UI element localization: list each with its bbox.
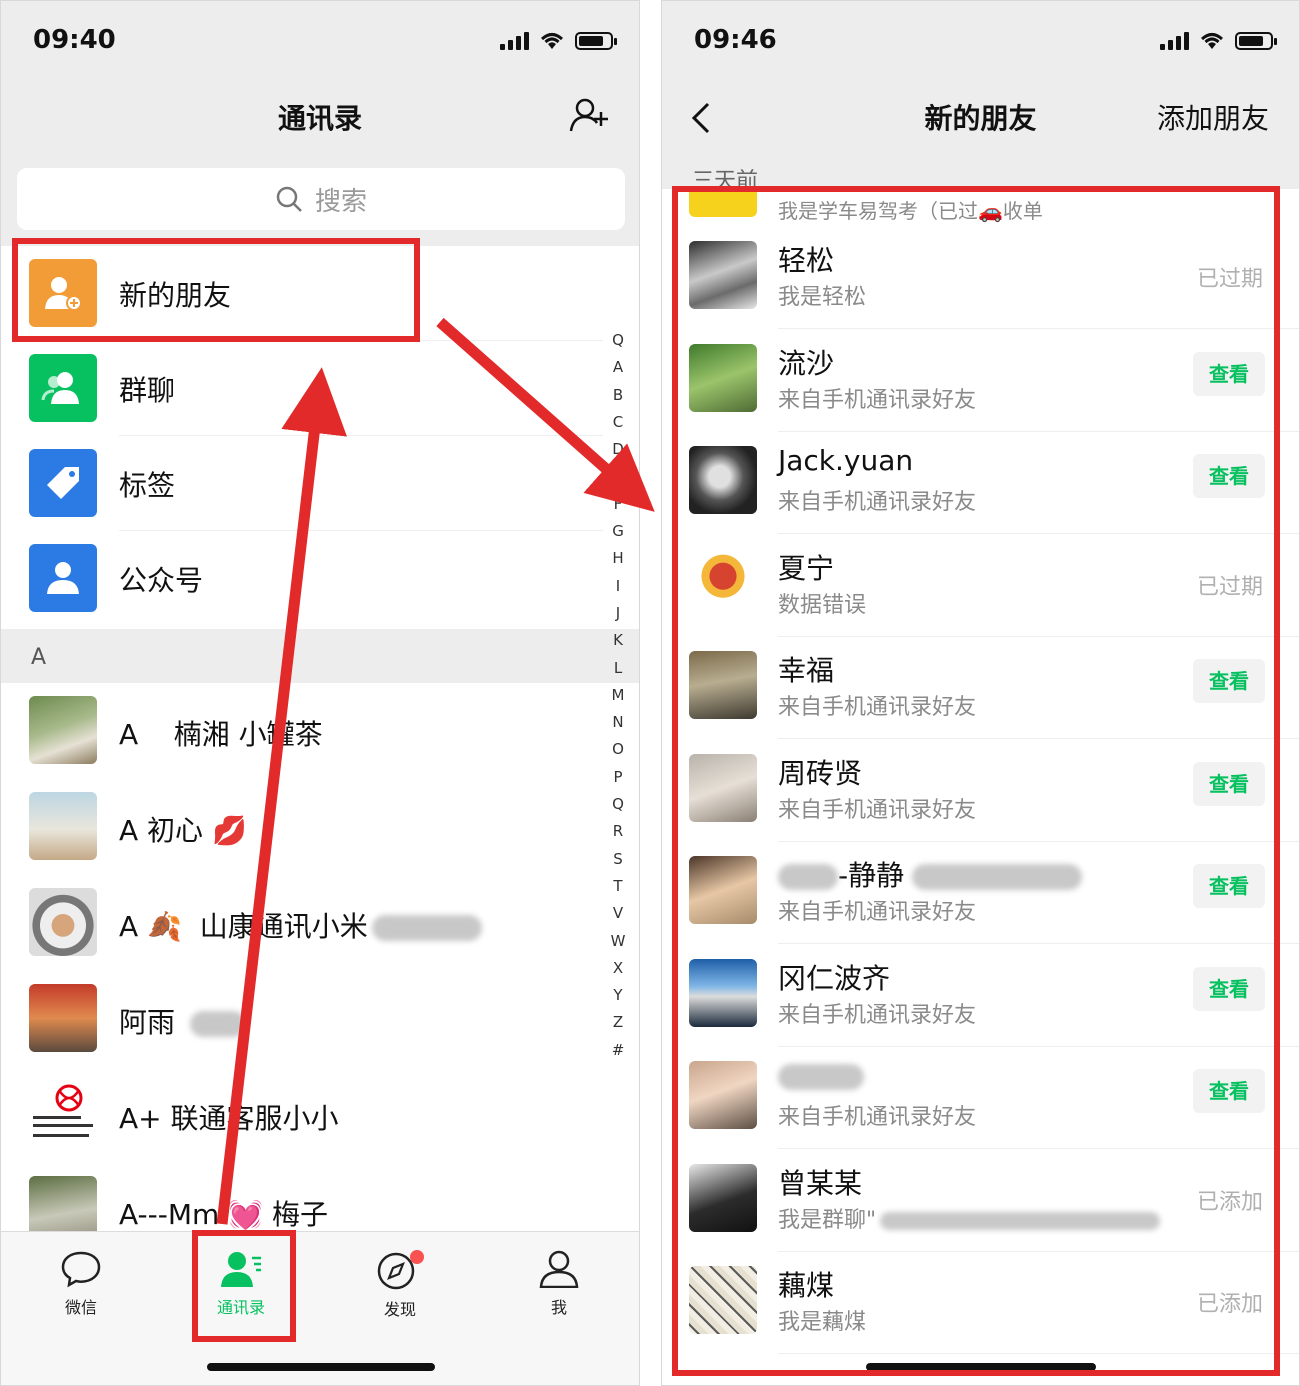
arrow-up <box>216 367 347 1225</box>
annotation-arrows <box>216 317 655 1225</box>
arrow-right <box>436 317 655 512</box>
